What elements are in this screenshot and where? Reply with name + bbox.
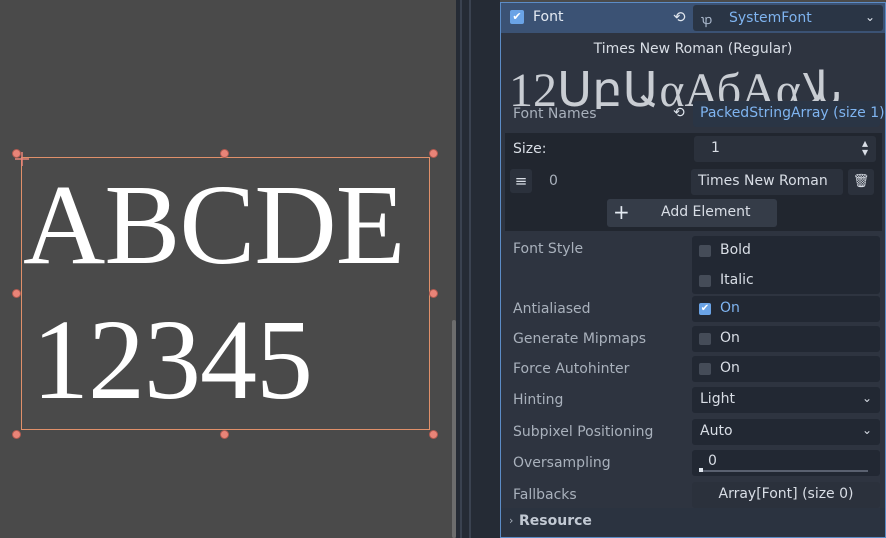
revert-icon[interactable]: ⟲ xyxy=(673,8,689,26)
resource-section-header[interactable]: › Resource xyxy=(501,508,885,536)
chevron-right-icon: › xyxy=(509,514,514,527)
force-autohinter-label: Force Autohinter xyxy=(513,361,630,377)
slider-grabber[interactable] xyxy=(699,468,703,472)
chevron-down-icon: ⌄ xyxy=(864,10,875,24)
label-text-line-2: 12345 xyxy=(32,296,313,423)
force-autohinter-value: On xyxy=(720,360,740,376)
hinting-dropdown[interactable]: Light ⌄ xyxy=(692,387,880,413)
italic-checkbox[interactable]: Italic xyxy=(692,268,880,294)
array-element-index: 0 xyxy=(549,173,558,189)
canvas-viewport[interactable]: ABCDE 12345 xyxy=(0,0,452,538)
resize-handle-bottom-left[interactable] xyxy=(12,430,21,439)
hinting-label: Hinting xyxy=(513,392,564,408)
checkbox-box xyxy=(699,333,711,345)
array-size-spinbox[interactable]: 1 ▴ ▾ xyxy=(694,136,876,162)
resize-handle-left[interactable] xyxy=(12,289,21,298)
oversampling-label: Oversampling xyxy=(513,455,611,471)
font-names-label: Font Names xyxy=(513,106,597,122)
antialiased-label: Antialiased xyxy=(513,301,591,317)
resize-handle-bottom-right[interactable] xyxy=(429,430,438,439)
divider-line xyxy=(469,0,471,538)
fallbacks-label: Fallbacks xyxy=(513,487,577,503)
font-property-panel: ✔ Font ⟲ ꝕ SystemFont ⌄ Times New Roman … xyxy=(500,2,886,538)
font-names-value: PackedStringArray (size 1) xyxy=(700,105,885,121)
checkbox-box xyxy=(699,245,711,257)
revert-icon[interactable]: ⟲ xyxy=(673,105,685,121)
chevron-down-icon: ⌄ xyxy=(861,423,872,437)
font-style-label: Font Style xyxy=(513,241,584,257)
plus-icon: + xyxy=(613,200,630,224)
font-property-label: Font xyxy=(533,9,564,25)
generate-mipmaps-checkbox[interactable]: On xyxy=(692,326,880,352)
hinting-value: Light xyxy=(700,391,735,407)
bold-label: Bold xyxy=(720,242,751,258)
bold-checkbox[interactable]: Bold xyxy=(692,238,880,264)
italic-label: Italic xyxy=(720,272,754,288)
add-element-label: Add Element xyxy=(661,204,751,220)
label-text-line-1: ABCDE xyxy=(23,161,405,288)
subpixel-positioning-dropdown[interactable]: Auto ⌄ xyxy=(692,419,880,445)
generate-mipmaps-label: Generate Mipmaps xyxy=(513,331,647,347)
checkbox-box xyxy=(699,275,711,287)
array-element-value: Times New Roman xyxy=(698,173,828,189)
antialiased-value: On xyxy=(720,300,740,316)
array-element-input[interactable]: Times New Roman xyxy=(691,169,843,195)
spinner-arrows-icon[interactable]: ▴ ▾ xyxy=(862,137,868,158)
chevron-down-icon: ⌄ xyxy=(861,391,872,405)
subpixel-positioning-value: Auto xyxy=(700,423,733,439)
array-size-label: Size: xyxy=(513,141,547,157)
drag-handle-icon[interactable]: ≡ xyxy=(510,169,532,193)
font-preview-title: Times New Roman (Regular) xyxy=(593,41,793,57)
array-size-value: 1 xyxy=(711,140,720,156)
oversampling-value: 0 xyxy=(708,453,717,469)
font-type-dropdown[interactable]: ꝕ SystemFont ⌄ xyxy=(693,5,883,31)
font-enabled-checkbox[interactable]: ✔ xyxy=(510,10,524,24)
panel-divider xyxy=(456,0,500,538)
antialiased-checkbox[interactable]: ✔ On xyxy=(692,296,880,322)
checkbox-box: ✔ xyxy=(699,303,711,315)
force-autohinter-checkbox[interactable]: On xyxy=(692,356,880,382)
subpixel-positioning-label: Subpixel Positioning xyxy=(513,424,654,440)
resize-handle-bottom[interactable] xyxy=(220,430,229,439)
trash-icon[interactable]: 🗑 xyxy=(848,169,874,195)
fallbacks-array-button[interactable]: Array[Font] (size 0) xyxy=(692,482,880,508)
font-names-array-button[interactable]: PackedStringArray (size 1) xyxy=(693,101,885,127)
font-names-array-editor: Size: 1 ▴ ▾ ≡ 0 Times New Roman 🗑 + Add E… xyxy=(505,133,882,231)
font-property-header[interactable]: ✔ Font ⟲ ꝕ SystemFont ⌄ xyxy=(501,3,885,33)
font-type-label: SystemFont xyxy=(729,10,812,26)
checkbox-box xyxy=(699,363,711,375)
resource-section-label: Resource xyxy=(519,513,592,529)
fallbacks-value: Array[Font] (size 0) xyxy=(718,486,854,502)
divider-line xyxy=(460,0,462,538)
slider-track[interactable] xyxy=(700,470,868,472)
oversampling-slider[interactable]: 0 xyxy=(692,450,880,476)
resize-handle-top-right[interactable] xyxy=(429,149,438,158)
resize-handle-right[interactable] xyxy=(429,289,438,298)
system-font-icon: ꝕ xyxy=(701,13,713,28)
font-style-flags: Bold Italic xyxy=(692,236,880,294)
add-element-button[interactable]: + Add Element xyxy=(607,199,777,227)
resize-handle-top[interactable] xyxy=(220,149,229,158)
generate-mipmaps-value: On xyxy=(720,330,740,346)
